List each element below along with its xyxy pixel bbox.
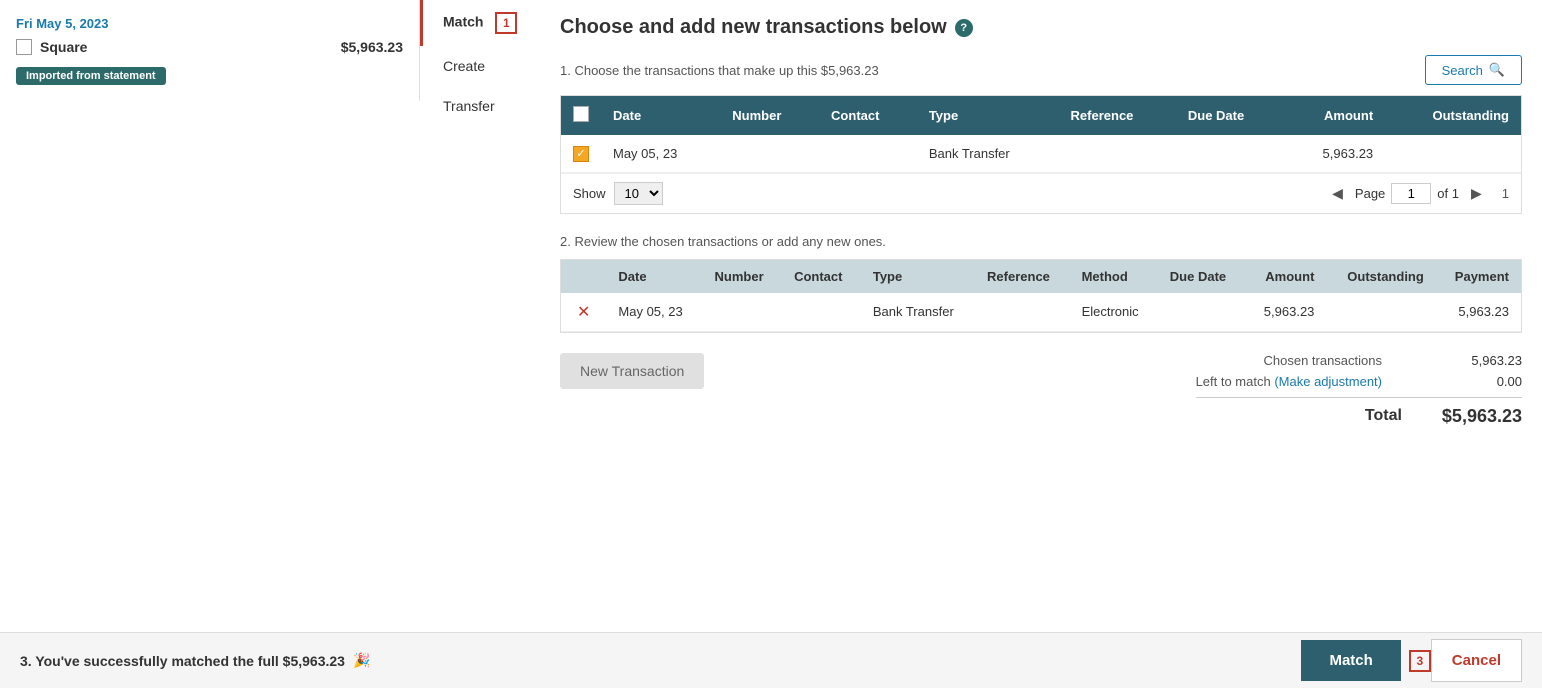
row-amount: 5,963.23 <box>1284 135 1385 172</box>
col-number: Number <box>720 96 819 135</box>
search-button[interactable]: Search 🔍 <box>1425 55 1522 85</box>
row-outstanding <box>1385 135 1521 172</box>
show-select[interactable]: 10 25 50 <box>614 182 663 205</box>
footer-actions: Match 3 Cancel <box>1301 639 1522 682</box>
summary-divider <box>1196 397 1522 398</box>
left-panel: Fri May 5, 2023 Square $5,963.23 Importe… <box>0 0 420 101</box>
of-label: of 1 <box>1437 186 1459 201</box>
col2-reference: Reference <box>975 260 1070 293</box>
row-contact <box>819 135 917 172</box>
row2-reference <box>975 293 1070 332</box>
transaction-date: Fri May 5, 2023 <box>16 16 403 31</box>
row2-date: May 05, 23 <box>606 293 702 332</box>
row2-remove[interactable]: ✕ <box>561 293 606 332</box>
bottom-section: New Transaction Chosen transactions 5,96… <box>560 353 1522 427</box>
help-icon[interactable]: ? <box>955 19 973 37</box>
page-title: Choose and add new transactions below <box>560 16 947 39</box>
table-row[interactable]: ✓ May 05, 23 Bank Transfer 5,963.23 <box>561 135 1521 172</box>
footer-success-text: 3. You've successfully matched the full … <box>20 652 370 669</box>
header-checkbox[interactable] <box>573 106 589 122</box>
section2-label: 2. Review the chosen transactions or add… <box>560 234 1522 249</box>
col2-contact: Contact <box>782 260 861 293</box>
new-transaction-button[interactable]: New Transaction <box>560 353 704 389</box>
tab-transfer[interactable]: Transfer <box>420 86 540 126</box>
chosen-value: 5,963.23 <box>1442 353 1522 368</box>
row2-outstanding <box>1326 293 1435 332</box>
pagination-controls: ◀ Page of 1 ▶ 1 <box>1326 183 1509 204</box>
main-content: Choose and add new transactions below ? … <box>540 0 1542 443</box>
row-reference <box>1059 135 1176 172</box>
row2-payment: 5,963.23 <box>1436 293 1521 332</box>
total-row: Total $5,963.23 <box>1196 406 1522 427</box>
col2-due-date: Due Date <box>1158 260 1245 293</box>
match-button[interactable]: Match <box>1301 640 1400 681</box>
col2-number: Number <box>703 260 783 293</box>
col-checkbox <box>561 96 601 135</box>
row2-contact <box>782 293 861 332</box>
left-to-match-row: Left to match (Make adjustment) 0.00 <box>1196 374 1522 389</box>
transaction-name: Square <box>40 39 333 55</box>
total-label: Total <box>1365 407 1402 425</box>
col-type: Type <box>917 96 1059 135</box>
chosen-transactions-table: Date Number Contact Type Reference Metho… <box>561 260 1521 332</box>
remove-button[interactable]: ✕ <box>573 302 594 322</box>
page-label: Page <box>1355 186 1385 201</box>
row2-due-date <box>1158 293 1245 332</box>
row-count: 1 <box>1502 186 1509 201</box>
section1-label: 1. Choose the transactions that make up … <box>560 63 879 78</box>
row2-number <box>703 293 783 332</box>
col2-method: Method <box>1070 260 1158 293</box>
col-outstanding: Outstanding <box>1385 96 1521 135</box>
row-checkbox[interactable]: ✓ <box>573 146 589 162</box>
table-row[interactable]: ✕ May 05, 23 Bank Transfer Electronic 5,… <box>561 293 1521 332</box>
chosen-row: Chosen transactions 5,963.23 <box>1196 353 1522 368</box>
row-due-date <box>1176 135 1285 172</box>
col2-type: Type <box>861 260 975 293</box>
row-date: May 05, 23 <box>601 135 720 172</box>
prev-page-button[interactable]: ◀ <box>1326 183 1349 204</box>
search-icon: 🔍 <box>1489 62 1505 78</box>
col-due-date: Due Date <box>1176 96 1285 135</box>
tab-create[interactable]: Create <box>420 46 540 86</box>
col2-action <box>561 260 606 293</box>
transaction-amount: $5,963.23 <box>341 39 403 55</box>
col-date: Date <box>601 96 720 135</box>
row2-method: Electronic <box>1070 293 1158 332</box>
row2-type: Bank Transfer <box>861 293 975 332</box>
col2-payment: Payment <box>1436 260 1521 293</box>
left-label: Left to match (Make adjustment) <box>1196 374 1382 389</box>
imported-badge: Imported from statement <box>16 67 166 85</box>
row-number <box>720 135 819 172</box>
next-page-button[interactable]: ▶ <box>1465 183 1488 204</box>
step-badge-3: 3 <box>1409 650 1431 672</box>
summary-block: Chosen transactions 5,963.23 Left to mat… <box>1196 353 1522 427</box>
cancel-button[interactable]: Cancel <box>1431 639 1522 682</box>
transactions-table1: Date Number Contact Type Reference Due D… <box>561 96 1521 173</box>
transaction-checkbox[interactable] <box>16 39 32 55</box>
row2-amount: 5,963.23 <box>1245 293 1326 332</box>
row-type: Bank Transfer <box>917 135 1059 172</box>
col2-amount: Amount <box>1245 260 1326 293</box>
table2-wrapper: Date Number Contact Type Reference Metho… <box>560 259 1522 333</box>
footer-bar: 3. You've successfully matched the full … <box>0 632 1542 688</box>
make-adjustment-link[interactable]: (Make adjustment) <box>1274 374 1382 389</box>
pagination: Show 10 25 50 ◀ Page of 1 ▶ 1 <box>561 173 1521 213</box>
show-label: Show <box>573 186 606 201</box>
row-checkbox-cell[interactable]: ✓ <box>561 135 601 172</box>
col-amount: Amount <box>1284 96 1385 135</box>
total-value: $5,963.23 <box>1442 406 1522 427</box>
left-value: 0.00 <box>1442 374 1522 389</box>
step-badge-1: 1 <box>495 12 517 34</box>
tab-nav: Match 1 Create Transfer <box>420 0 540 126</box>
col2-outstanding: Outstanding <box>1326 260 1435 293</box>
party-emoji: 🎉 <box>353 652 370 669</box>
chosen-label: Chosen transactions <box>1263 353 1382 368</box>
page-input[interactable] <box>1391 183 1431 204</box>
table1-wrapper: Date Number Contact Type Reference Due D… <box>560 95 1522 214</box>
col-reference: Reference <box>1059 96 1176 135</box>
col2-date: Date <box>606 260 702 293</box>
col-contact: Contact <box>819 96 917 135</box>
tab-match[interactable]: Match 1 <box>420 0 540 46</box>
